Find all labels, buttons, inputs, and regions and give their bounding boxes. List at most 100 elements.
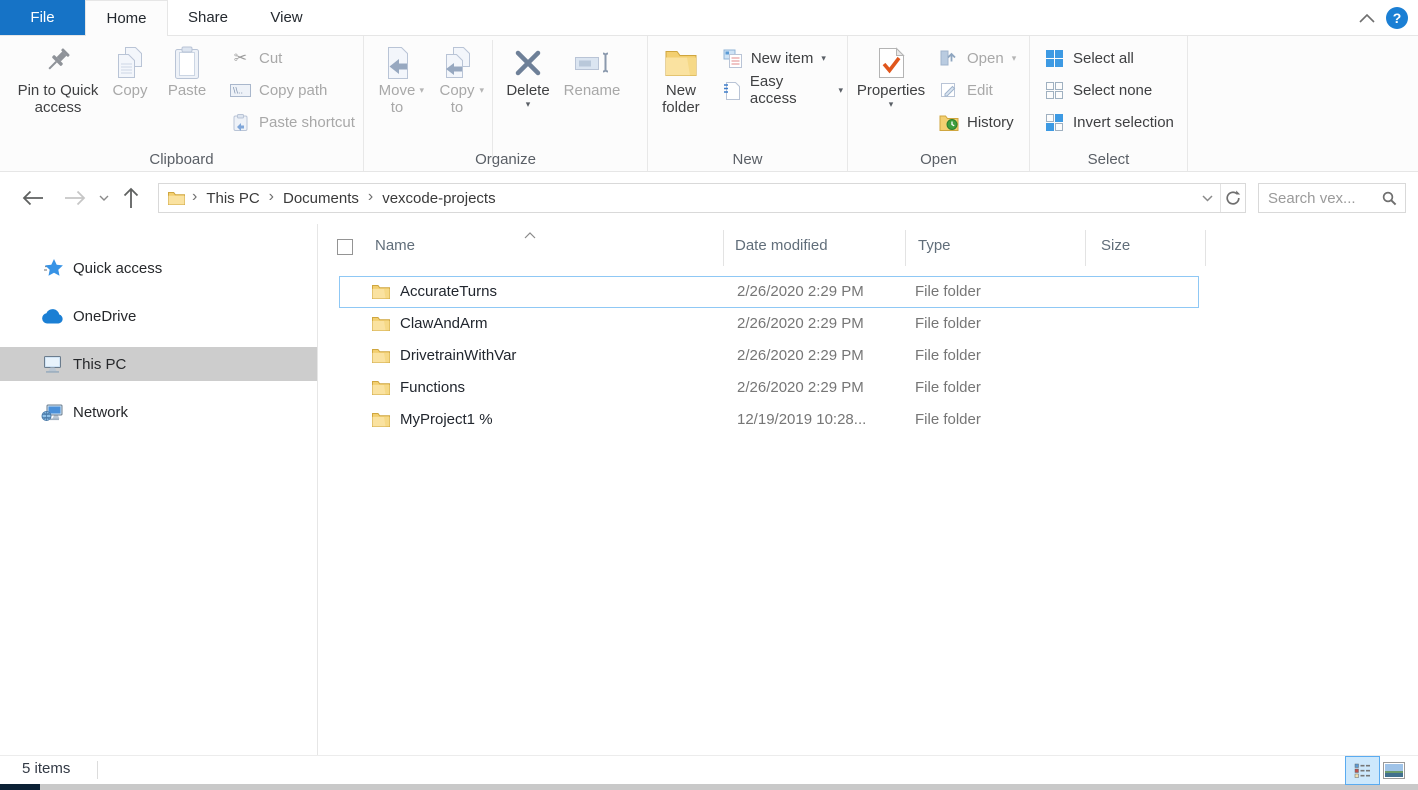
taskbar-edge: [0, 784, 1418, 790]
folder-icon: [372, 412, 390, 431]
dropdown-arrow-icon: ▾: [889, 99, 894, 109]
thumbnail-view-button[interactable]: [1380, 756, 1407, 785]
breadcrumb-current-folder[interactable]: vexcode-projects: [380, 190, 497, 207]
pin-to-quick-access-button[interactable]: Pin to Quick access: [14, 36, 102, 116]
network-icon: [40, 403, 64, 422]
history-button[interactable]: History: [934, 106, 1020, 138]
address-bar[interactable]: › This PC › Documents › vexcode-projects: [158, 183, 1246, 213]
move-to-button[interactable]: Move to ▾: [368, 36, 426, 116]
file-row-accurateturns[interactable]: AccurateTurns 2/26/2020 2:29 PM File fol…: [339, 276, 1199, 308]
breadcrumb-this-pc[interactable]: This PC: [204, 190, 261, 207]
ribbon-group-organize: Move to ▾ Copy to ▾ Delete ▾: [364, 36, 648, 171]
column-header-size[interactable]: Size: [1101, 237, 1130, 254]
up-icon: [123, 187, 139, 209]
edit-icon: [938, 81, 959, 99]
help-icon[interactable]: ?: [1386, 7, 1408, 29]
column-headers: Name Date modified Type Size: [318, 228, 1418, 266]
this-pc-icon: [40, 355, 64, 374]
column-header-type[interactable]: Type: [918, 237, 951, 254]
refresh-icon: [1225, 190, 1241, 206]
tab-share[interactable]: Share: [168, 0, 248, 35]
file-row-functions[interactable]: Functions 2/26/2020 2:29 PM File folder: [339, 372, 1199, 404]
dropdown-arrow-icon: ▾: [526, 99, 531, 109]
search-icon: [1382, 191, 1397, 210]
tab-view[interactable]: View: [248, 0, 325, 35]
select-all-checkbox[interactable]: [337, 239, 353, 255]
taskbar-edge-dark: [0, 784, 40, 790]
select-all-button[interactable]: Select all: [1040, 42, 1178, 74]
search-box: [1258, 183, 1406, 213]
minimize-ribbon-button[interactable]: [1352, 5, 1382, 31]
copy-path-button[interactable]: \\.. Copy path: [226, 74, 359, 106]
file-row-clawandarm[interactable]: ClawAndArm 2/26/2020 2:29 PM File folder: [339, 308, 1199, 340]
sidebar-item-this-pc[interactable]: This PC: [0, 347, 317, 381]
easy-access-button[interactable]: Easy access ▾: [718, 74, 847, 106]
column-header-name[interactable]: Name: [375, 237, 415, 254]
divider: [1085, 230, 1086, 266]
move-to-icon: [382, 44, 412, 82]
properties-button[interactable]: Properties ▾: [852, 36, 930, 109]
properties-icon: [878, 44, 905, 82]
group-label-organize: Organize: [364, 151, 647, 168]
forward-button[interactable]: [62, 190, 88, 206]
column-header-date-modified[interactable]: Date modified: [735, 237, 828, 254]
new-folder-button[interactable]: New folder: [650, 36, 712, 116]
ribbon-group-new: New folder New item ▾ Easy access ▾: [648, 36, 848, 171]
select-none-button[interactable]: Select none: [1040, 74, 1178, 106]
file-explorer-window: File Home Share View ? Pin to Quick acce…: [0, 0, 1418, 790]
divider: [1205, 230, 1206, 266]
sidebar-item-network[interactable]: Network: [0, 395, 317, 429]
dropdown-arrow-icon: ▾: [838, 85, 843, 95]
details-view-button[interactable]: [1345, 756, 1380, 785]
breadcrumb-documents[interactable]: Documents: [281, 190, 361, 207]
address-dropdown-button[interactable]: [1195, 184, 1220, 212]
tab-home[interactable]: Home: [85, 0, 168, 36]
navigation-bar: › This PC › Documents › vexcode-projects: [0, 172, 1418, 224]
rename-button[interactable]: Rename: [559, 36, 625, 99]
edit-button[interactable]: Edit: [934, 74, 1020, 106]
up-button[interactable]: [118, 187, 144, 209]
ribbon: Pin to Quick access Copy Paste ✂ Cut: [0, 36, 1418, 172]
breadcrumb-chevron-icon: ›: [262, 188, 281, 208]
dropdown-arrow-icon: ▾: [1012, 53, 1017, 63]
cut-icon: ✂: [230, 48, 251, 68]
delete-button[interactable]: Delete ▾: [497, 36, 559, 109]
delete-icon: [513, 44, 543, 82]
copy-button[interactable]: Copy: [102, 36, 158, 99]
breadcrumb-chevron-icon: ›: [361, 188, 380, 208]
back-button[interactable]: [20, 190, 46, 206]
thumbnail-view-icon: [1383, 762, 1405, 779]
details-view-icon: [1354, 763, 1371, 778]
invert-selection-button[interactable]: Invert selection: [1040, 106, 1178, 138]
dropdown-arrow-icon: ▾: [479, 85, 484, 95]
ribbon-group-select: Select all Select none Invert selection …: [1030, 36, 1188, 171]
tab-file[interactable]: File: [0, 0, 85, 35]
paste-shortcut-button[interactable]: Paste shortcut: [226, 106, 359, 138]
cut-button[interactable]: ✂ Cut: [226, 42, 359, 74]
divider: [97, 761, 98, 779]
history-icon: [938, 114, 959, 131]
new-item-button[interactable]: New item ▾: [718, 42, 847, 74]
sort-ascending-icon: [524, 226, 536, 243]
select-none-icon: [1044, 82, 1065, 99]
sidebar-item-onedrive[interactable]: OneDrive: [0, 299, 317, 333]
refresh-button[interactable]: [1220, 184, 1245, 212]
address-folder-icon: [167, 191, 185, 205]
paste-button[interactable]: Paste: [158, 36, 216, 99]
file-row-myproject1[interactable]: MyProject1 % 12/19/2019 10:28... File fo…: [339, 404, 1199, 436]
search-input[interactable]: [1259, 190, 1377, 207]
forward-icon: [64, 190, 86, 206]
dropdown-arrow-icon: ▾: [821, 53, 826, 63]
recent-locations-button[interactable]: [96, 195, 112, 201]
file-list-pane: Name Date modified Type Size AccurateTur…: [318, 224, 1418, 755]
file-row-drivetrainwithvar[interactable]: DrivetrainWithVar 2/26/2020 2:29 PM File…: [339, 340, 1199, 372]
copy-to-button[interactable]: Copy to ▾: [426, 36, 488, 116]
item-count: 5 items: [22, 760, 70, 777]
chevron-down-icon: [1202, 195, 1213, 202]
group-label-clipboard: Clipboard: [0, 151, 363, 168]
back-icon: [22, 190, 44, 206]
open-button[interactable]: Open ▾: [934, 42, 1020, 74]
sidebar-item-quick-access[interactable]: Quick access: [0, 251, 317, 285]
copy-to-icon: [441, 44, 473, 82]
rename-icon: [574, 44, 610, 82]
